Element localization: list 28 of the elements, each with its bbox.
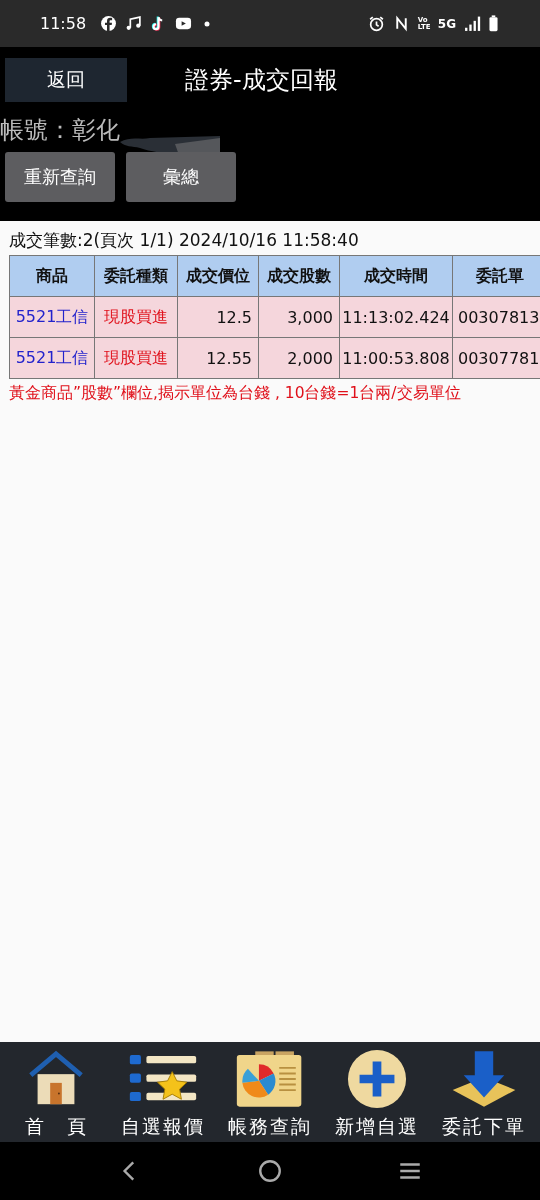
- page-title: 證券-成交回報: [185, 64, 338, 96]
- signal-icon: [464, 15, 481, 32]
- back-button[interactable]: 返回: [5, 57, 127, 102]
- facebook-icon: [100, 15, 118, 32]
- table-cell: 2,000: [259, 338, 340, 379]
- nav-item[interactable]: 自選報價: [111, 1048, 215, 1142]
- note-text: 黃金商品”股數”欄位,揭示單位為台錢 , 10台錢=1台兩/交易單位: [9, 383, 462, 404]
- dot-icon: [204, 20, 211, 27]
- nav-item[interactable]: 新增自選: [325, 1048, 429, 1142]
- table-cell: 現股買進: [95, 338, 178, 379]
- table-cell: 00307781: [453, 338, 540, 379]
- battery-icon: [489, 15, 498, 32]
- network-type: 5G: [437, 16, 456, 31]
- table-cell: 12.55: [178, 338, 259, 379]
- clock: 11:58: [40, 14, 87, 33]
- table-cell: 11:00:53.808: [340, 338, 453, 379]
- action-button[interactable]: 彙總: [126, 152, 236, 202]
- summary-text: 成交筆數:2(頁次 1/1) 2024/10/16 11:58:40: [9, 229, 360, 252]
- home-icon[interactable]: [257, 1158, 283, 1184]
- alarm-icon: [367, 15, 385, 32]
- nav-item[interactable]: 委託下單: [432, 1048, 536, 1142]
- nav-item[interactable]: 帳務查詢: [218, 1048, 322, 1142]
- music-note-icon: [125, 15, 143, 32]
- nav-item[interactable]: 首 頁: [4, 1048, 108, 1142]
- table-cell[interactable]: 5521工信: [10, 338, 95, 379]
- action-button[interactable]: 重新查詢: [5, 152, 115, 202]
- play-icon: [175, 15, 193, 32]
- account-label: 帳號：彰化: [0, 115, 120, 146]
